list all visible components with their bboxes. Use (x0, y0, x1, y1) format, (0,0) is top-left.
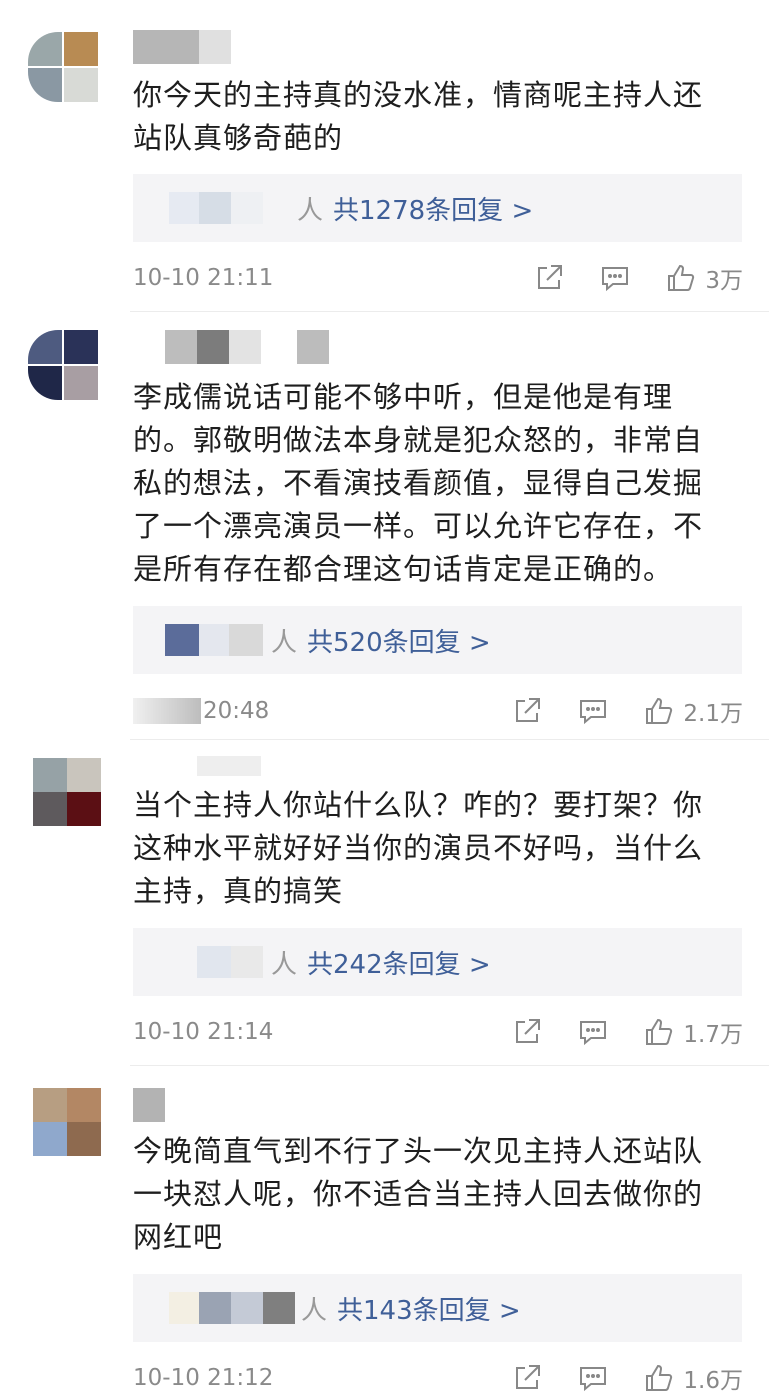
comment-actions: 2.1万 (477, 694, 743, 728)
reply-users-redacted (133, 620, 267, 660)
comment-text: 今晚简直气到不行了头一次见主持人还站队 一块怼人呢，你不适合当主持人回去做你的 … (133, 1134, 704, 1254)
comment-actions: 3万 (499, 261, 743, 295)
comment-text: 你今天的主持真的没水准，情商呢主持人还 站队真够奇葩的 (133, 78, 704, 155)
comment-text: 李成儒说话可能不够中听，但是他是有理 的。郭敬明做法本身就是犯众怒的，非常自 私… (133, 380, 704, 586)
comment-item: 李成儒说话可能不够中听，但是他是有理 的。郭敬明做法本身就是犯众怒的，非常自 私… (0, 312, 769, 740)
share-icon (516, 698, 541, 722)
thumbs-up-icon (646, 1018, 673, 1045)
comment-button[interactable] (599, 262, 631, 294)
like-button[interactable]: 3万 (665, 261, 743, 295)
like-button[interactable]: 2.1万 (643, 694, 743, 728)
reply-users-redacted (133, 942, 267, 982)
like-button[interactable]: 1.6万 (643, 1361, 743, 1395)
thumbs-up-icon (668, 264, 695, 291)
comment-meta: 10-10 21:14 1.7万 (133, 1012, 743, 1052)
share-icon (516, 1019, 541, 1043)
reply-suffix: 人 (301, 1295, 328, 1326)
reply-count-link[interactable]: 共1278条回复 > (333, 190, 533, 227)
thumbs-up-icon (646, 1364, 673, 1391)
avatar[interactable] (33, 1088, 101, 1156)
comment-text: 当个主持人你站什么队？咋的？要打架？你 这种水平就好好当你的演员不好吗，当什么 … (133, 788, 704, 908)
comment-item: 当个主持人你站什么队？咋的？要打架？你 这种水平就好好当你的演员不好吗，当什么 … (0, 740, 769, 1066)
reply-count-link[interactable]: 共520条回复 > (307, 622, 491, 659)
comment-time-row: 20:48 (133, 698, 269, 724)
like-count: 2.1万 (683, 701, 743, 727)
comment-meta: 20:48 2.1万 (133, 691, 743, 731)
comment-icon (602, 267, 629, 292)
share-icon (538, 265, 563, 289)
comment-button[interactable] (577, 695, 609, 727)
share-button[interactable] (511, 1016, 543, 1048)
reply-suffix: 人 (271, 949, 298, 980)
comment-item: 今晚简直气到不行了头一次见主持人还站队 一块怼人呢，你不适合当主持人回去做你的 … (0, 1066, 769, 1399)
comment-actions: 1.7万 (477, 1015, 743, 1049)
reply-count-link[interactable]: 共242条回复 > (307, 944, 491, 981)
comment-actions: 1.6万 (477, 1361, 743, 1395)
like-count: 1.6万 (683, 1368, 743, 1394)
comment-item: 你今天的主持真的没水准，情商呢主持人还 站队真够奇葩的 人 共1278条回复 >… (0, 0, 769, 312)
share-button[interactable] (511, 1362, 543, 1394)
comment-time: 10-10 21:11 (133, 265, 274, 291)
reply-summary[interactable]: 人 共242条回复 > (133, 928, 742, 996)
comment-meta: 10-10 21:11 3万 (133, 258, 743, 298)
share-button[interactable] (533, 262, 565, 294)
like-count: 1.7万 (683, 1022, 743, 1048)
comment-time: 10-10 21:12 (133, 1365, 274, 1391)
comment-button[interactable] (577, 1016, 609, 1048)
reply-count-link[interactable]: 共143条回复 > (337, 1290, 521, 1327)
comment-icon (580, 1021, 607, 1046)
comment-icon (580, 700, 607, 725)
share-icon (516, 1365, 541, 1389)
time-redacted (133, 698, 201, 724)
avatar[interactable] (28, 32, 100, 104)
comment-button[interactable] (577, 1362, 609, 1394)
comment-time: 10-10 21:14 (133, 1019, 274, 1045)
reply-suffix: 人 (297, 195, 324, 226)
reply-users-redacted (133, 1288, 297, 1328)
reply-users-redacted (133, 188, 293, 228)
avatar[interactable] (33, 758, 101, 826)
comment-time: 20:48 (203, 698, 270, 724)
reply-summary[interactable]: 人 共1278条回复 > (133, 174, 742, 242)
like-button[interactable]: 1.7万 (643, 1015, 743, 1049)
share-button[interactable] (511, 695, 543, 727)
comment-meta: 10-10 21:12 1.6万 (133, 1358, 743, 1398)
reply-summary[interactable]: 人 共143条回复 > (133, 1274, 742, 1342)
like-count: 3万 (705, 268, 743, 294)
thumbs-up-icon (646, 697, 673, 724)
reply-summary[interactable]: 人 共520条回复 > (133, 606, 742, 674)
comment-icon (580, 1367, 607, 1392)
reply-suffix: 人 (271, 627, 298, 658)
avatar[interactable] (28, 330, 100, 402)
